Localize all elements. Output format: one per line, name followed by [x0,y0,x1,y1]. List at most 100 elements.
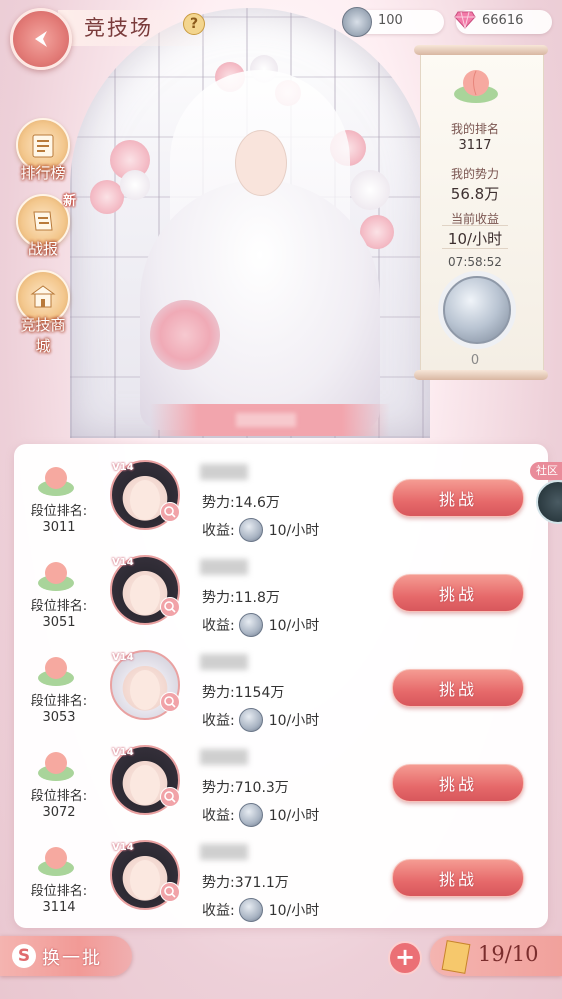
inspect-icon[interactable] [160,692,180,712]
vip-badge: V14 [112,747,134,758]
vip-badge: V14 [112,652,134,663]
leaderboard-label: 排行榜 [20,164,66,182]
rank-label: 段位排名: [30,694,88,709]
rank-label: 段位排名: [30,884,88,899]
income-line: 收益: 10/小时 [202,898,319,922]
buy-tickets-button[interactable]: + [388,941,422,975]
opponent-row: 段位排名: 3072 V14 势力:710.3万 收益: 10/小时 挑战 [14,735,548,830]
income-label: 收益: [202,903,235,919]
power-text: 势力:1154万 [202,685,285,701]
income-line: 收益: 10/小时 [202,803,319,827]
inspect-icon[interactable] [160,787,180,807]
income-label: 收益: [202,618,235,634]
leaderboard-icon [32,134,54,158]
challenge-button[interactable]: 挑战 [392,479,524,517]
opponent-row: 段位排名: 3051 V14 势力:11.8万 收益: 10/小时 挑战 [14,545,548,640]
income-value: 10/小时 [268,523,320,539]
income-label: 收益: [202,808,235,824]
player-name-blurred [200,559,248,575]
silver-coin-icon [238,708,263,732]
character-bride [140,70,380,430]
my-rank-value: 3117 [458,138,492,153]
refresh-label: 换一批 [42,948,102,969]
back-arrow-icon [35,31,47,47]
player-name-blurred [200,749,248,765]
silver-coin-icon [238,803,263,827]
income-label: 收益: [202,523,235,539]
rank-label: 段位排名: [30,789,88,804]
silver-coin-icon [238,898,263,922]
my-power-value: 56.8万 [450,185,500,203]
character-nameplate [150,404,390,436]
income-value: 10/小时 [268,808,320,824]
community-orb-icon [536,480,562,524]
player-name-blurred [200,464,248,480]
opponent-row: 段位排名: 3053 V14 势力:1154万 收益: 10/小时 挑战 [14,640,548,735]
player-name-blurred [200,844,248,860]
rose-decoration [90,180,124,214]
power-text: 势力:14.6万 [202,495,280,511]
community-label: 社区 [530,462,562,480]
inspect-icon[interactable] [160,597,180,617]
battle-report-icon [33,211,53,231]
opponent-row: 段位排名: 3011 V14 势力:14.6万 收益: 10/小时 挑战 [14,450,548,545]
arena-shop-icon [30,285,56,308]
collect-coin-icon[interactable] [443,276,511,344]
help-icon[interactable]: ? [183,13,205,35]
diamond-value: 66616 [482,13,524,28]
peach-rank-icon [38,657,74,686]
peach-rank-icon [38,562,74,591]
my-stats-panel: 我的排名 3117 我的势力 56.8万 当前收益 10/小时 07:58:52… [414,45,548,380]
refresh-opponents-button[interactable]: S 换一批 [0,936,132,976]
peach-rank-icon [38,847,74,876]
my-power-label: 我的势力 [450,167,499,181]
silver-coin-icon [238,613,263,637]
peach-rank-icon [38,467,74,496]
inspect-icon[interactable] [160,502,180,522]
my-rank-label: 我的排名 [450,122,499,136]
refresh-icon: S [12,944,36,968]
new-badge: 新 [62,194,76,209]
challenge-label: 挑战 [438,775,477,794]
collect-coin-count: 0 [470,353,480,368]
challenge-label: 挑战 [438,870,477,889]
inspect-icon[interactable] [160,882,180,902]
challenge-button[interactable]: 挑战 [392,574,524,612]
challenge-label: 挑战 [438,680,477,699]
back-button[interactable] [10,8,72,70]
rank-value: 3011 [42,520,76,535]
rank-label: 段位排名: [30,504,88,519]
income-value: 10/小时 [268,713,320,729]
income-value: 10/小时 [268,903,320,919]
income-value: 10/小时 [268,618,320,634]
rank-value: 3114 [42,900,76,915]
arena-shop-button[interactable]: 竞技商城 [14,270,72,366]
income-label: 收益: [202,713,235,729]
challenge-button[interactable]: 挑战 [392,764,524,802]
vip-badge: V14 [112,462,134,473]
income-timer: 07:58:52 [448,255,502,269]
page-title: 竞技场 [84,16,153,40]
challenge-button[interactable]: 挑战 [392,669,524,707]
bouquet [150,300,220,370]
challenge-tickets: 19/10 [430,936,562,976]
silver-coin-value: 100 [378,13,403,28]
community-tab[interactable]: 社区 [530,462,562,532]
power-text: 势力:11.8万 [202,590,280,606]
opponent-row: 段位排名: 3114 V14 势力:371.1万 收益: 10/小时 挑战 [14,830,548,925]
peach-rank-icon [38,752,74,781]
diamond-icon [454,11,476,29]
income-line: 收益: 10/小时 [202,613,319,637]
income-line: 收益: 10/小时 [202,518,319,542]
ticket-count: 19/10 [478,942,539,966]
power-text: 势力:710.3万 [202,780,289,796]
vip-badge: V14 [112,557,134,568]
income-line: 收益: 10/小时 [202,708,319,732]
rank-value: 3051 [42,615,76,630]
rank-value: 3053 [42,710,76,725]
rank-label: 段位排名: [30,599,88,614]
challenge-button[interactable]: 挑战 [392,859,524,897]
peach-rank-badge-icon [454,70,498,103]
battle-report-button[interactable]: 新 战报 [14,194,76,269]
leaderboard-button[interactable]: 排行榜 [14,118,72,193]
